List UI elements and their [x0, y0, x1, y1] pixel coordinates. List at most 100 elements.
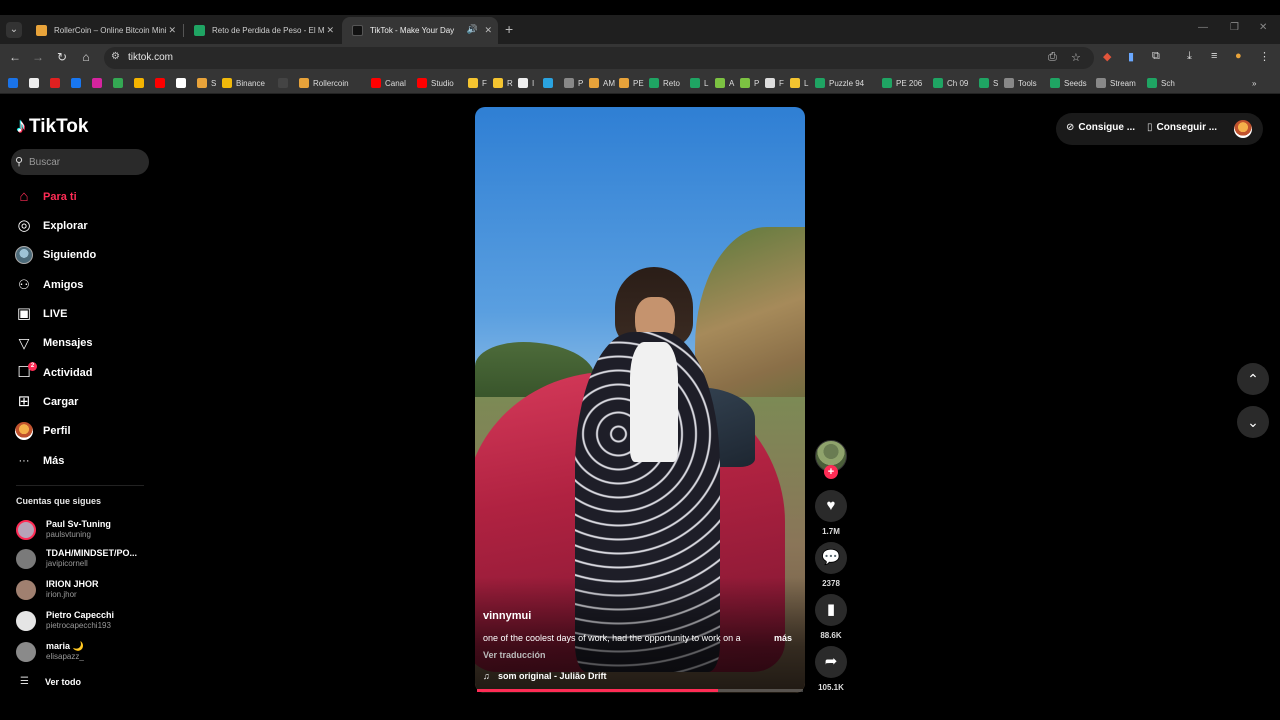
tab-title: RollerCoin – Online Bitcoin Mining Simul…	[54, 26, 166, 35]
save-button[interactable]: ▮	[815, 594, 847, 626]
bookmarks-overflow-icon[interactable]: »	[1252, 77, 1256, 89]
bookmark-item[interactable]: R	[493, 77, 513, 89]
bookmark-item[interactable]	[134, 77, 148, 89]
bookmark-item[interactable]: Sch	[1147, 77, 1175, 89]
get-coins-button[interactable]: ⊘ Consigue ...	[1066, 122, 1135, 133]
nav-cargar[interactable]: ⊞ Cargar	[14, 391, 79, 413]
tab-search-icon[interactable]: ⌄	[6, 22, 22, 38]
new-tab-icon[interactable]: +	[505, 21, 513, 37]
bookmark-item[interactable]: Canal	[371, 77, 406, 89]
bookmark-item[interactable]	[113, 77, 127, 89]
extension-fox-icon[interactable]: ◆	[1103, 50, 1111, 63]
bookmark-item[interactable]: Studio	[417, 77, 454, 89]
home-icon[interactable]: ⌂	[78, 50, 94, 64]
get-app-button[interactable]: ▯ Conseguir ...	[1147, 122, 1217, 133]
bookmark-label: A	[729, 78, 735, 88]
nav-mensajes[interactable]: ▽ Mensajes	[14, 332, 93, 354]
url-text[interactable]: tiktok.com	[128, 52, 173, 63]
caption-more-button[interactable]: más	[774, 633, 792, 643]
bookmark-item[interactable]: Rollercoin	[299, 77, 349, 89]
bookmark-item[interactable]: Seeds	[1050, 77, 1087, 89]
bookmark-item[interactable]: L	[790, 77, 808, 89]
bookmark-favicon-icon	[197, 78, 207, 88]
bookmark-item[interactable]	[155, 77, 169, 89]
nav-explorar[interactable]: ◎ Explorar	[14, 215, 87, 237]
nav-perfil[interactable]: Perfil	[14, 420, 71, 442]
bookmark-item[interactable]: A	[715, 77, 734, 89]
bookmark-item[interactable]: Tools	[1004, 77, 1037, 89]
address-bar[interactable]	[104, 47, 1094, 69]
close-icon[interactable]: ✕	[326, 25, 334, 36]
nav-para-ti[interactable]: ⌂ Para ti	[14, 186, 76, 208]
browser-menu-icon[interactable]: ⋮	[1259, 50, 1270, 63]
share-button[interactable]: ➦	[815, 646, 847, 678]
bookmark-item[interactable]	[50, 77, 64, 89]
bookmark-favicon-icon	[1096, 78, 1106, 88]
bookmark-item[interactable]: PE	[619, 77, 644, 89]
bookmark-item[interactable]: AM	[589, 77, 615, 89]
forward-icon[interactable]: →	[30, 50, 46, 64]
like-button[interactable]: ♥	[815, 490, 847, 522]
nav-mas[interactable]: ··· Más	[14, 450, 65, 472]
previous-video-button[interactable]: ⌃	[1237, 363, 1269, 395]
speaker-icon[interactable]: 🔊	[467, 24, 478, 35]
bookmark-item[interactable]: Puzzle 94	[815, 77, 864, 89]
bookmark-item[interactable]: PE 206	[882, 77, 922, 89]
comment-button[interactable]: 💬	[815, 542, 847, 574]
bookmark-item[interactable]	[176, 77, 190, 89]
nav-live[interactable]: ▣ LIVE	[14, 303, 68, 325]
comment-icon: 💬	[821, 549, 841, 566]
bookmark-item[interactable]	[543, 77, 557, 89]
nav-siguiendo[interactable]: Siguiendo	[14, 244, 96, 266]
maximize-icon[interactable]: ❐	[1230, 22, 1239, 33]
bookmark-item[interactable]	[278, 77, 292, 89]
tiktok-logo[interactable]: ♪ TikTok	[16, 115, 88, 138]
minimize-icon[interactable]: —	[1198, 22, 1208, 33]
tab-tiktok[interactable]: TikTok - Make Your Day 🔊 ✕	[342, 17, 498, 44]
bookmark-item[interactable]	[71, 77, 85, 89]
video-username[interactable]: vinnymui	[483, 610, 531, 622]
bookmark-item[interactable]: F	[468, 77, 487, 89]
close-icon[interactable]: ✕	[168, 25, 176, 36]
tab-rollercoin[interactable]: RollerCoin – Online Bitcoin Mining Simul…	[26, 17, 182, 44]
window-close-icon[interactable]: ✕	[1259, 22, 1267, 33]
tab-reto[interactable]: Reto de Perdida de Peso - El Mejor ✕	[184, 17, 340, 44]
media-control-icon[interactable]: ≡	[1211, 50, 1217, 62]
bookmark-item[interactable]: Reto	[649, 77, 680, 89]
nav-amigos[interactable]: ⚇ Amigos	[14, 274, 83, 296]
bookmark-item[interactable]: F	[765, 77, 784, 89]
bookmark-item[interactable]	[29, 77, 43, 89]
reload-icon[interactable]: ↻	[54, 50, 70, 64]
bookmark-item[interactable]: S	[197, 77, 216, 89]
divider	[16, 485, 144, 486]
bookmark-item[interactable]: Stream	[1096, 77, 1136, 89]
download-icon[interactable]: ⤓	[1187, 50, 1192, 63]
extensions-puzzle-icon[interactable]: ⧉	[1152, 50, 1160, 63]
bookmark-item[interactable]: L	[690, 77, 708, 89]
video-sound[interactable]: som original - Julião Drift	[498, 671, 607, 681]
bookmark-label: F	[482, 78, 487, 88]
profile-avatar-icon[interactable]: ●	[1235, 50, 1242, 62]
site-info-icon[interactable]: ⚙	[111, 51, 120, 62]
nav-actividad[interactable]: ☐ Actividad	[14, 362, 92, 384]
bookmark-item[interactable]: Ch 09	[933, 77, 968, 89]
bookmark-item[interactable]: Binance	[222, 77, 265, 89]
bookmark-label: Binance	[236, 78, 265, 88]
bookmark-item[interactable]: P	[564, 77, 583, 89]
user-avatar[interactable]	[1234, 120, 1252, 138]
see-all-button[interactable]: ☰ Ver todo	[20, 676, 81, 687]
back-icon[interactable]: ←	[7, 50, 23, 64]
bookmark-item[interactable]: S	[979, 77, 998, 89]
bookmark-item[interactable]	[8, 77, 22, 89]
bookmark-item[interactable]	[92, 77, 106, 89]
close-icon[interactable]: ✕	[484, 25, 492, 36]
extension-shield-icon[interactable]: ▮	[1128, 50, 1134, 63]
bookmark-star-icon[interactable]: ☆	[1071, 51, 1081, 64]
install-app-icon[interactable]: ⎙	[1048, 51, 1057, 64]
bookmark-item[interactable]: P	[740, 77, 759, 89]
next-video-button[interactable]: ⌄	[1237, 406, 1269, 438]
translate-button[interactable]: Ver traducción	[483, 650, 546, 660]
follow-plus-button[interactable]: +	[824, 465, 838, 479]
video-player[interactable]	[475, 107, 805, 693]
bookmark-item[interactable]: I	[518, 77, 534, 89]
